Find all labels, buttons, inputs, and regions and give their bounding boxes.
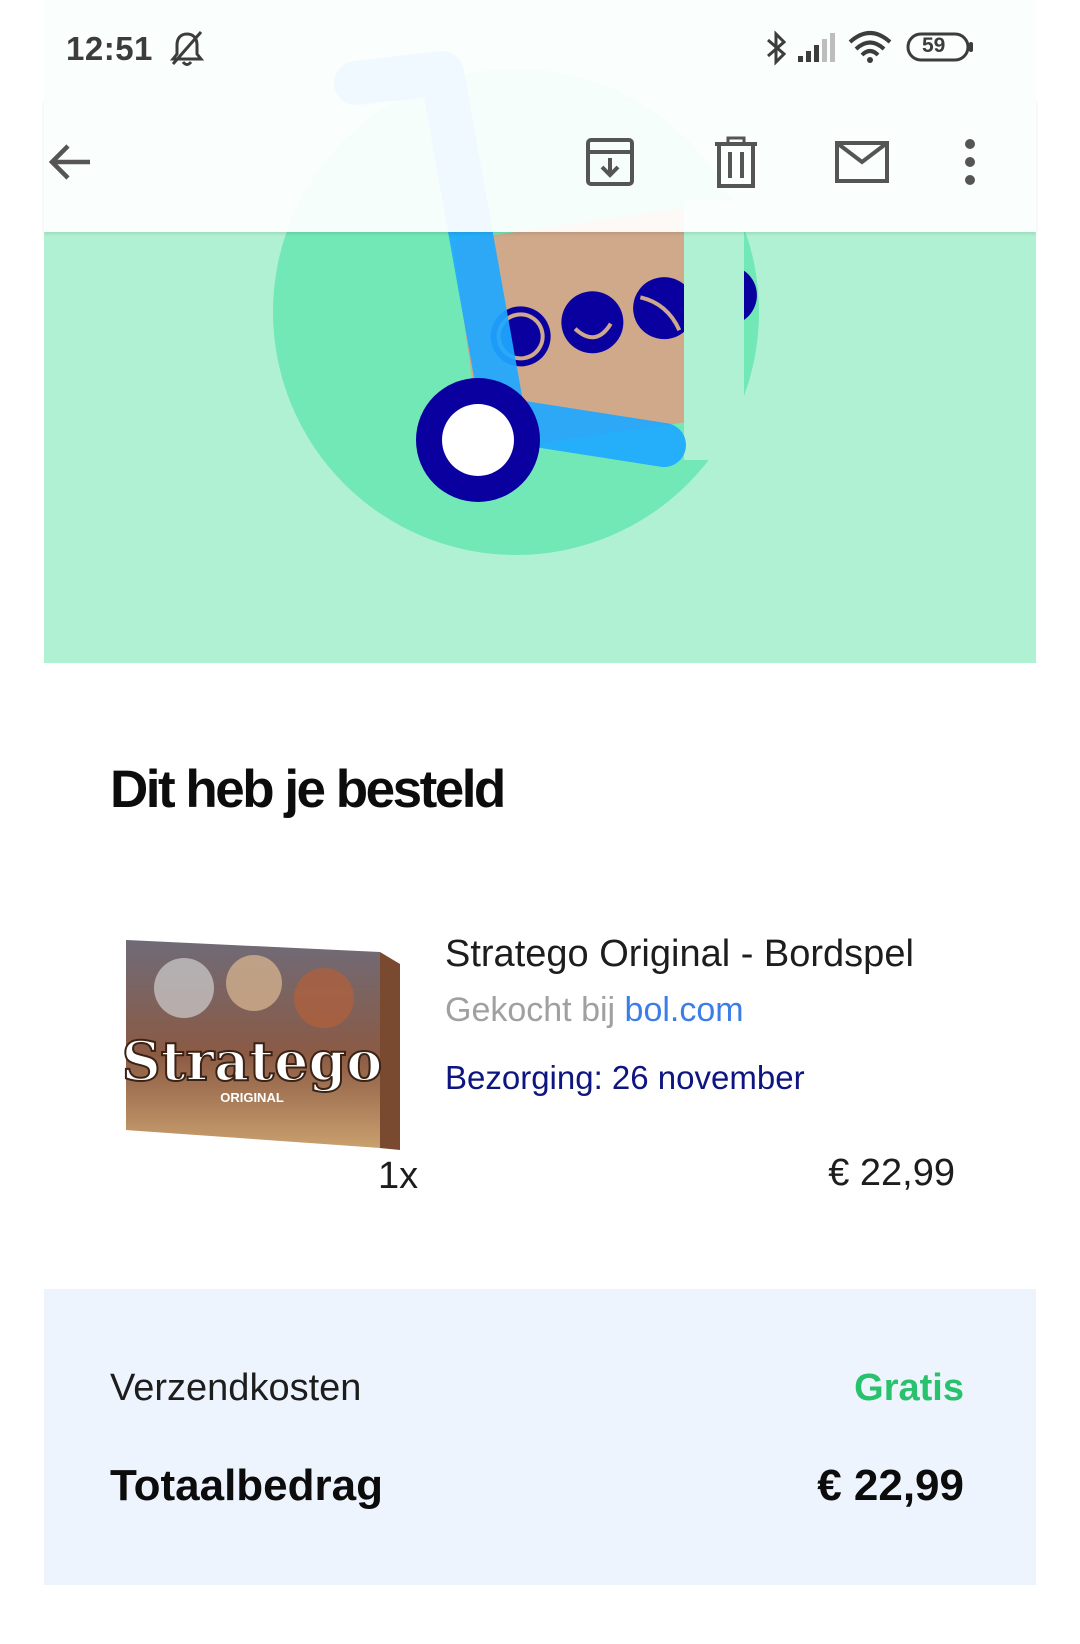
more-options-button[interactable] (930, 124, 1010, 204)
product-box-title: Stratego (124, 1029, 382, 1093)
product-box-subtitle: ORIGINAL (220, 1090, 284, 1105)
archive-button[interactable] (570, 124, 650, 204)
total-value: € 22,99 (817, 1461, 964, 1510)
delete-button[interactable] (696, 124, 776, 204)
product-price: € 22,99 (828, 1152, 955, 1194)
product-image[interactable]: Stratego ORIGINAL (121, 938, 404, 1150)
delete-icon (713, 136, 759, 193)
delivery-date: Bezorging: 26 november (445, 1059, 805, 1096)
page-margin-left (0, 0, 44, 1644)
mark-unread-button[interactable] (822, 124, 902, 204)
more-vert-icon (963, 138, 977, 191)
product-name[interactable]: Stratego Original - Bordspel (445, 932, 914, 976)
total-label: Totaalbedrag (110, 1461, 384, 1510)
bell-off-icon (169, 30, 205, 73)
back-button[interactable] (30, 124, 110, 204)
order-summary: Verzendkosten Gratis Totaalbedrag € 22,9… (44, 1289, 1036, 1585)
page-margin-right (1036, 0, 1080, 1644)
battery-level: 59 (922, 34, 946, 57)
toolbar (44, 100, 1036, 232)
seller-link[interactable]: bol.com (625, 991, 744, 1029)
mail-icon (834, 140, 890, 189)
shipping-value: Gratis (854, 1367, 964, 1409)
product-quantity: 1x (378, 1155, 419, 1197)
seller-line: Gekocht bij bol.com (445, 990, 744, 1030)
signal-icon (796, 30, 838, 69)
wifi-icon (848, 30, 892, 69)
bluetooth-icon (764, 30, 790, 71)
section-title: Dit heb je besteld (110, 760, 506, 819)
shipping-label: Verzendkosten (110, 1367, 362, 1409)
status-time: 12:51 (66, 30, 153, 67)
back-arrow-icon (46, 138, 94, 191)
status-bar: 12:51 59 (44, 0, 1036, 100)
seller-prefix: Gekocht bij (445, 991, 616, 1029)
archive-icon (584, 136, 636, 193)
